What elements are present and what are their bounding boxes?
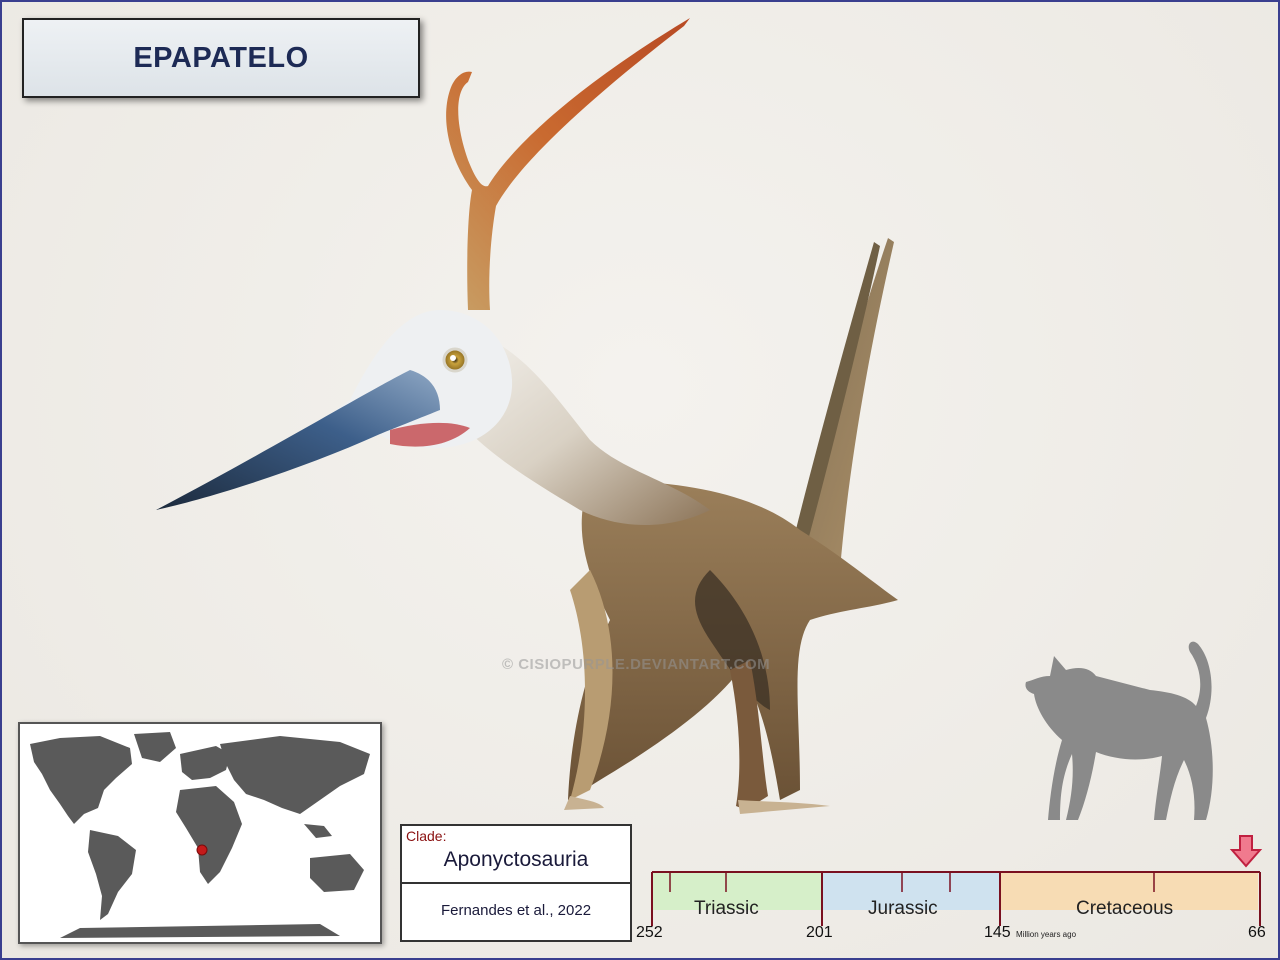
pterosaur-illustration — [156, 18, 898, 814]
clade-box: Clade: Aponyctosauria Fernandes et al., … — [400, 824, 632, 942]
cat-silhouette-icon — [1025, 641, 1213, 820]
tick-label-201: 201 — [806, 924, 833, 941]
world-map-icon — [18, 722, 382, 944]
unit-label: Million years ago — [1016, 930, 1077, 939]
clade-reference: Fernandes et al., 2022 — [440, 902, 592, 919]
watermark: © CISIOPURPLE.DEVIANTART.COM — [502, 656, 771, 673]
arrow-down-icon — [1229, 835, 1263, 868]
geologic-timeline: Triassic Jurassic Cretaceous 252 201 145… — [636, 834, 1276, 960]
clade-divider — [402, 882, 630, 884]
period-label-cretaceous: Cretaceous — [1076, 898, 1174, 919]
clade-name: Aponyctosauria — [443, 848, 589, 871]
period-label-jurassic: Jurassic — [868, 898, 938, 919]
clade-label: Clade: — [406, 828, 447, 844]
tick-label-252: 252 — [636, 924, 663, 941]
tick-label-145: 145 — [984, 924, 1011, 941]
period-label-triassic: Triassic — [694, 898, 759, 919]
tick-label-66: 66 — [1248, 924, 1266, 941]
